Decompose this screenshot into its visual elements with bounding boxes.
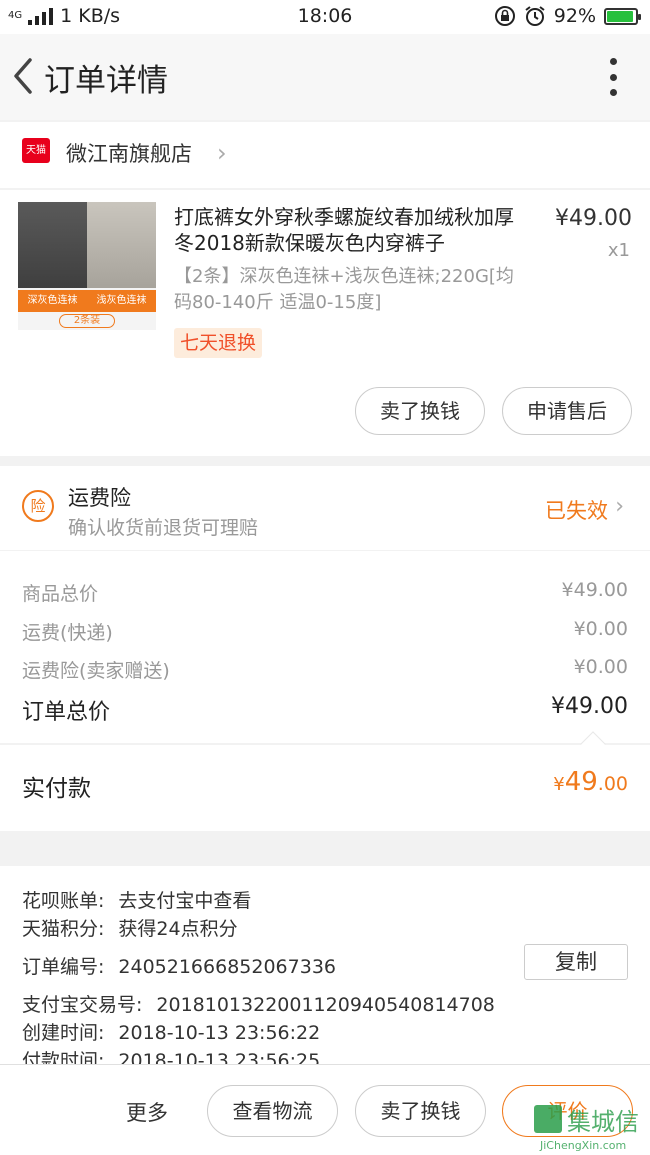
order-number: 240521666852067336 (118, 956, 336, 978)
info-value: 2018-10-13 23:56:25 (118, 1050, 321, 1064)
amount-paid-row: 实付款 ¥49.00 (0, 731, 650, 831)
amount-paid-value: ¥49.00 (553, 767, 628, 797)
page-title: 订单详情 (44, 63, 168, 99)
order-total-row: 订单总价 ¥49.00 (22, 694, 628, 726)
order-total-label: 订单总价 (22, 700, 111, 725)
chevron-right-icon: › (615, 494, 624, 519)
info-label: 创建时间: (22, 1022, 105, 1044)
info-value: 2018-10-13 23:56:22 (118, 1022, 321, 1044)
paid-integer: 49 (564, 767, 598, 797)
more-button[interactable]: 更多 (126, 1097, 168, 1127)
info-label: 支付宝交易号: (22, 994, 143, 1016)
resell-button[interactable]: 卖了换钱 (355, 1085, 486, 1137)
info-value: 获得24点积分 (118, 918, 238, 940)
summary-label: 运费(快递) (22, 622, 113, 644)
insurance-status: 已失效 (545, 499, 608, 523)
info-row: 天猫积分: 获得24点积分 (22, 914, 238, 941)
insurance-desc: 确认收货前退货可理赔 (68, 517, 259, 539)
thumb-label-right: 浅灰色连袜 (96, 295, 147, 306)
info-label: 天猫积分: (22, 918, 105, 940)
info-row: 付款时间: 2018-10-13 23:56:25 (22, 1046, 320, 1064)
order-total-value: ¥49.00 (551, 694, 628, 719)
resell-button[interactable]: 卖了换钱 (355, 387, 485, 435)
paid-currency: ¥ (553, 774, 565, 795)
tmall-logo-icon: 天猫 (22, 138, 50, 163)
status-right: 92% (494, 5, 641, 27)
product-thumbnail[interactable]: 深灰色连袜 浅灰色连袜 2条装 (18, 202, 156, 330)
info-row: 花呗账单: 去支付宝中查看 (22, 886, 251, 913)
battery-percent: 92% (553, 5, 596, 27)
product-quantity: x1 (607, 240, 630, 261)
alarm-icon (525, 6, 545, 26)
shop-name: 微江南旗舰店 (66, 142, 192, 166)
product-price: ¥49.00 (555, 206, 632, 231)
battery-fill (607, 10, 633, 22)
info-value: 2018101322001120940540814708 (156, 994, 495, 1016)
nav-bar: 订单详情 (0, 34, 650, 120)
summary-label: 商品总价 (22, 583, 99, 605)
order-info: 花呗账单: 去支付宝中查看 天猫积分: 获得24点积分 订单编号: 240521666… (0, 866, 650, 1064)
insurance-name: 运费险 (68, 486, 131, 510)
product-title[interactable]: 打底裤女外穿秋季螺旋纹春加绒秋加厚冬2018新款保暖灰色内穿裤子 (174, 204, 520, 256)
shop-row[interactable]: 天猫 微江南旗舰店 › (0, 122, 650, 188)
light-legging-image (87, 202, 156, 288)
svg-text:JiChengXin.com: JiChengXin.com (539, 1139, 626, 1152)
after-sales-button[interactable]: 申请售后 (502, 387, 632, 435)
summary-row: 商品总价 ¥49.00 (22, 579, 628, 606)
product-card[interactable]: 深灰色连袜 浅灰色连袜 2条装 打底裤女外穿秋季螺旋纹春加绒秋加厚冬2018新款… (0, 190, 650, 456)
info-row: 创建时间: 2018-10-13 23:56:22 (22, 1018, 320, 1045)
summary-row: 运费险(卖家赠送) ¥0.00 (22, 656, 628, 683)
summary-value: ¥49.00 (561, 579, 628, 601)
bottom-action-bar: 更多 查看物流 卖了换钱 评价 集城信 JiChengXin.com (0, 1064, 650, 1155)
summary-row: 运费(快递) ¥0.00 (22, 618, 628, 645)
dark-legging-image (18, 202, 87, 288)
review-button[interactable]: 评价 (502, 1085, 633, 1137)
info-row: 支付宝交易号: 2018101322001120940540814708 (22, 990, 495, 1017)
return-policy-tag: 七天退换 (174, 328, 263, 358)
summary-label: 运费险(卖家赠送) (22, 660, 170, 682)
info-label: 付款时间: (22, 1050, 105, 1064)
chevron-right-icon: › (217, 139, 227, 167)
status-bar: 4G 1 KB/s 18:06 92% (0, 0, 650, 34)
product-sku: 【2条】深灰色连袜+浅灰色连袜;220G[均码80-140斤 适温0-15度] (174, 266, 514, 313)
info-label: 花呗账单: (22, 890, 105, 912)
view-logistics-button[interactable]: 查看物流 (207, 1085, 338, 1137)
thumbnail-labels: 深灰色连袜 浅灰色连袜 (18, 290, 156, 312)
shipping-insurance-row[interactable]: 险 运费险 确认收货前退货可理赔 已失效 › (0, 466, 650, 550)
thumb-label-left: 深灰色连袜 (27, 295, 78, 306)
more-options-icon[interactable] (606, 58, 620, 96)
back-icon[interactable] (6, 54, 42, 98)
copy-button[interactable]: 复制 (524, 944, 628, 980)
amount-paid-label: 实付款 (22, 776, 91, 802)
price-summary: 商品总价 ¥49.00 运费(快递) ¥0.00 运费险(卖家赠送) ¥0.00… (0, 551, 650, 743)
summary-value: ¥0.00 (573, 656, 628, 678)
huabei-link[interactable]: 去支付宝中查看 (118, 886, 251, 913)
battery-icon (604, 7, 641, 25)
summary-value: ¥0.00 (573, 618, 628, 640)
rotation-lock-icon (494, 6, 515, 26)
insurance-icon: 险 (22, 490, 54, 522)
info-row: 订单编号: 240521666852067336 (22, 952, 336, 979)
paid-decimal: .00 (597, 773, 628, 795)
thumb-pack-label: 2条装 (59, 314, 115, 328)
info-label: 订单编号: (22, 956, 105, 978)
